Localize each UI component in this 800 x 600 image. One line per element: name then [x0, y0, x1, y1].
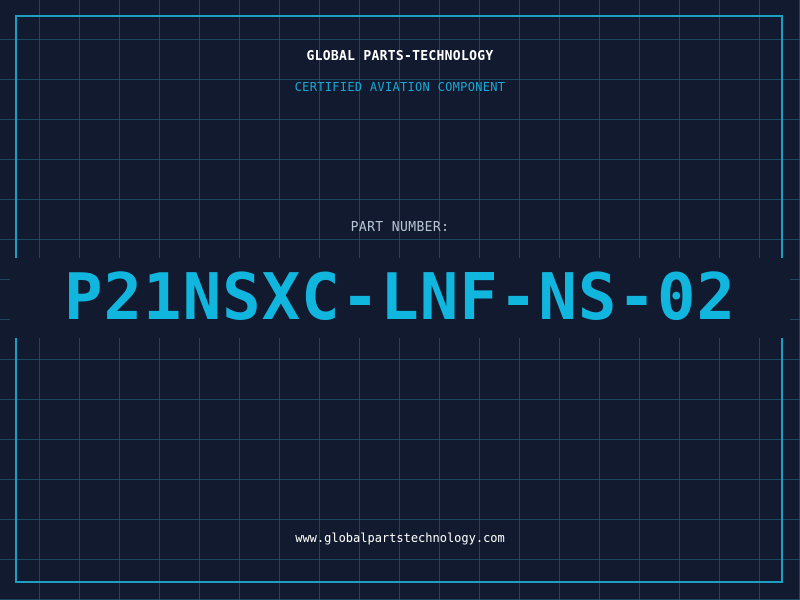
part-number-label: PART NUMBER: — [350, 220, 450, 235]
part-number-value: P21NSXC-LNF-NS-02 — [63, 261, 737, 335]
company-name: GLOBAL PARTS-TECHNOLOGY — [306, 49, 494, 64]
website-url: www.globalpartstechnology.com — [295, 531, 505, 545]
certification-tagline: CERTIFIED AVIATION COMPONENT — [294, 80, 506, 94]
